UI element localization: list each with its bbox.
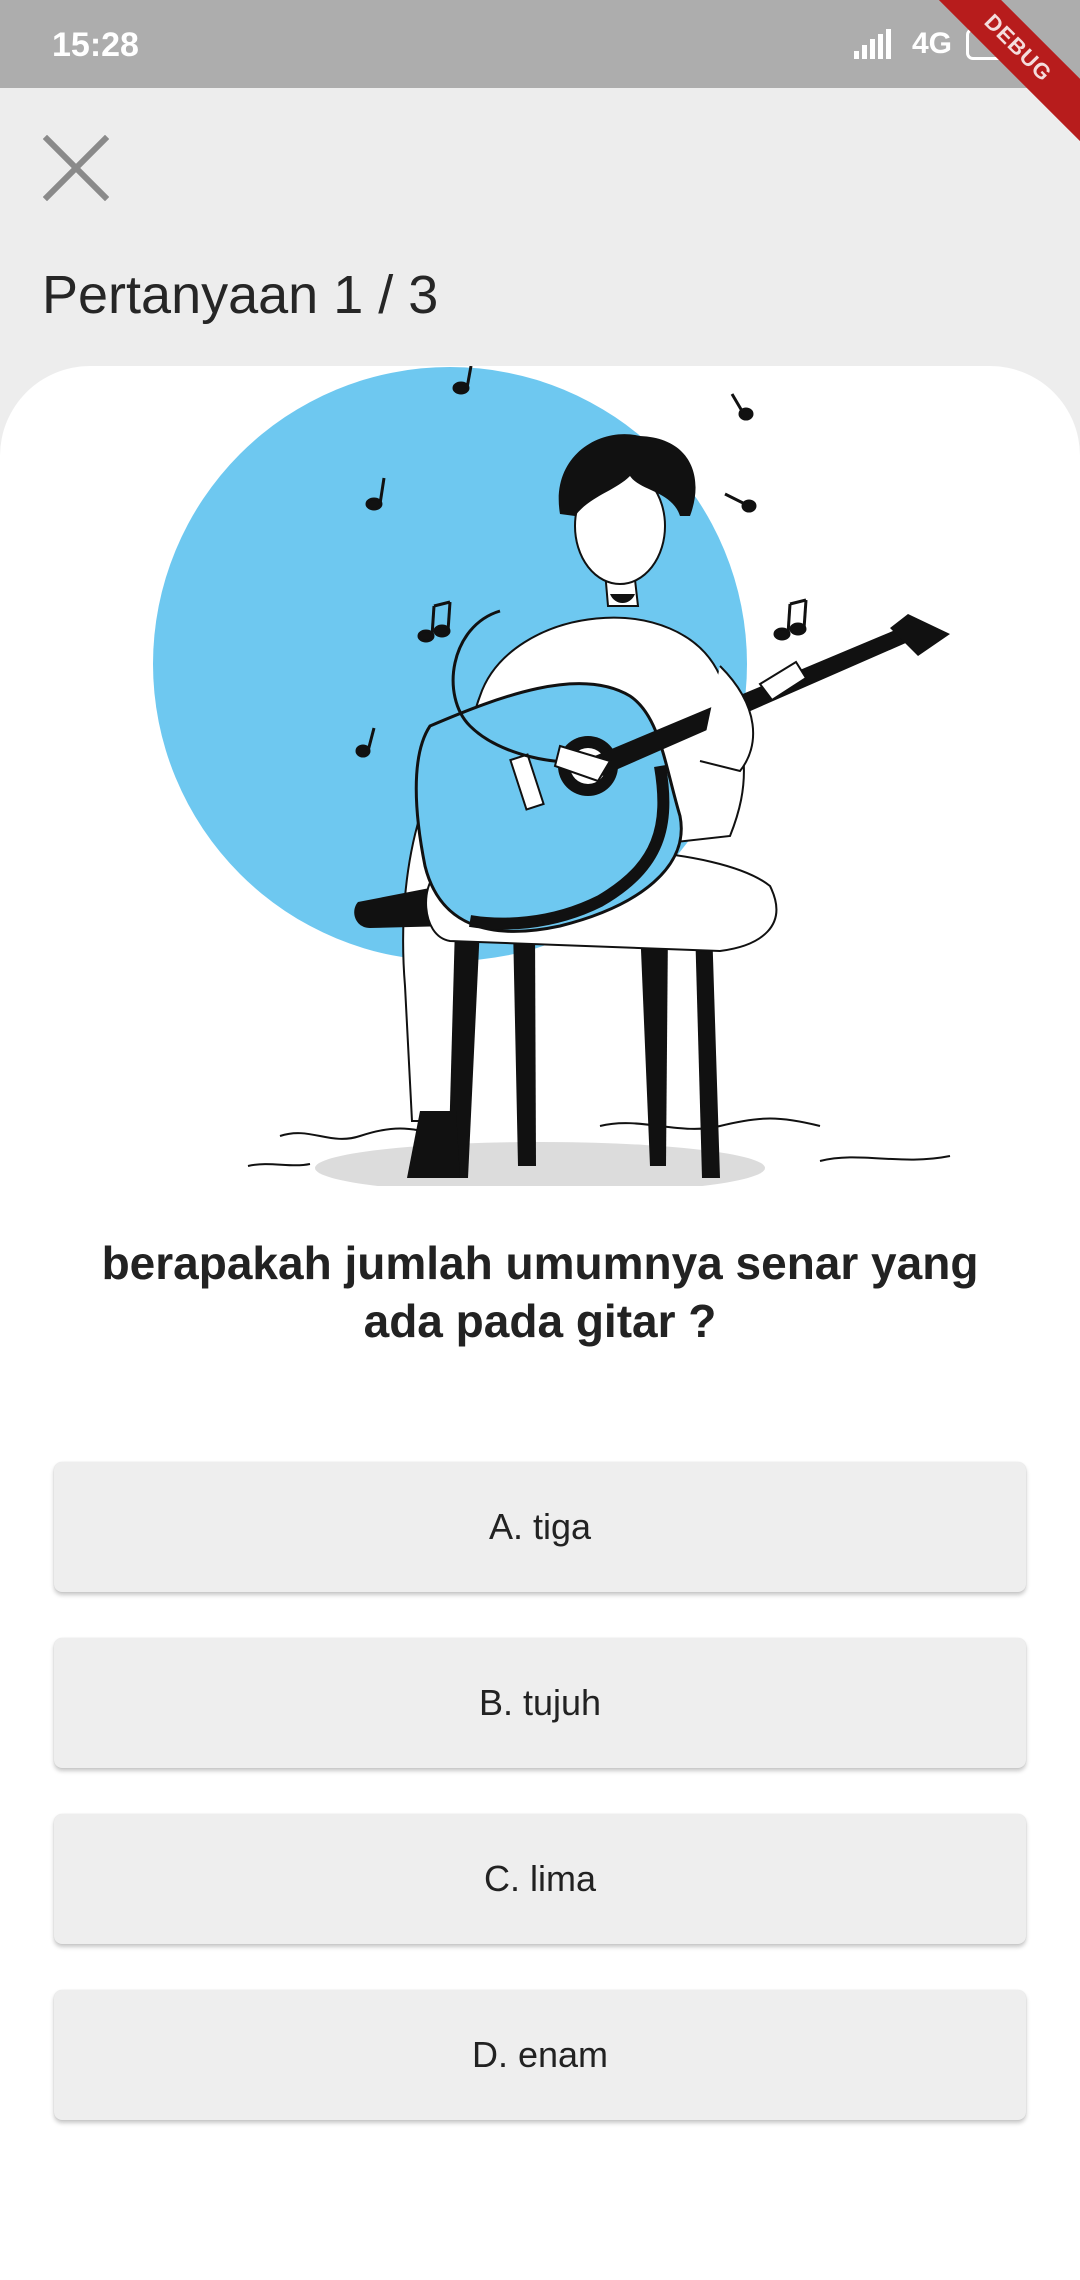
quiz-card: berapakah jumlah umumnya senar yang ada … xyxy=(0,366,1080,2280)
network-type: 4G xyxy=(911,27,952,60)
signal-icon xyxy=(853,29,898,59)
answer-b-button[interactable]: B. tujuh xyxy=(54,1638,1026,1768)
close-button[interactable] xyxy=(38,130,114,206)
answer-a-button[interactable]: A. tiga xyxy=(54,1462,1026,1592)
question-text: berapakah jumlah umumnya senar yang ada … xyxy=(101,1237,979,1347)
answer-d-button[interactable]: D. enam xyxy=(54,1990,1026,2120)
answer-c-button[interactable]: C. lima xyxy=(54,1814,1026,1944)
status-time: 15:28 xyxy=(52,26,139,64)
answer-list: A. tiga B. tujuh C. lima D. enam xyxy=(54,1462,1026,2166)
guitar-player-illustration xyxy=(153,366,951,1186)
status-bar: 15:28 4G 50 xyxy=(0,0,1080,88)
close-icon xyxy=(43,135,109,201)
question-counter: Pertanyaan 1 / 3 xyxy=(42,265,439,325)
